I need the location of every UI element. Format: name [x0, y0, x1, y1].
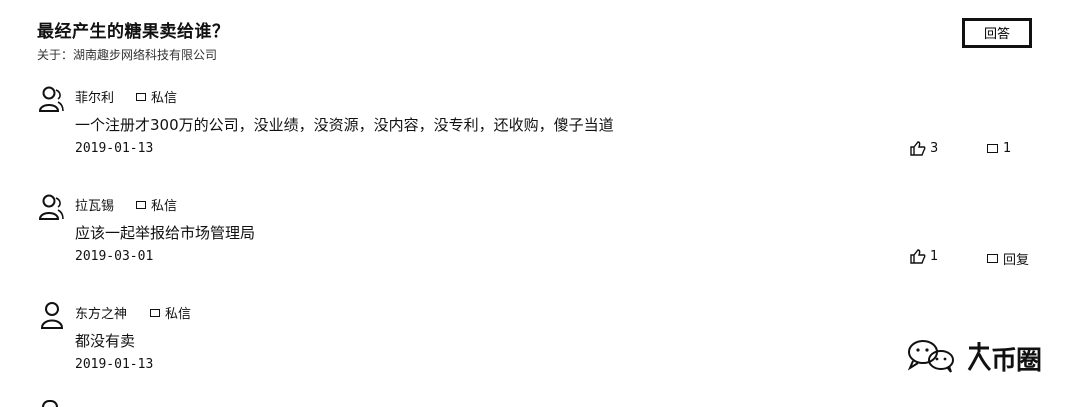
user-avatar-icon[interactable]: [38, 193, 64, 221]
private-message-label: 私信: [151, 91, 178, 106]
private-message-label: 私信: [165, 307, 192, 322]
comment-icon: [987, 254, 998, 263]
mail-icon: [150, 308, 160, 317]
reply-button[interactable]: 回复: [987, 249, 1029, 268]
question-about[interactable]: 关于：湖南趣步网络科技有限公司: [37, 46, 217, 63]
comment-text: 都没有卖: [75, 332, 136, 350]
like-button[interactable]: 3: [910, 141, 938, 156]
thumbs-up-icon: [910, 141, 926, 156]
wechat-icon: [907, 340, 954, 373]
question-title: 最经产生的糖果卖给谁？: [37, 22, 230, 42]
thumbs-up-icon: [910, 249, 926, 264]
comment-item: 拉瓦锡 私信 应该一起举报给市场管理局 2019-03-01 1 回复: [0, 193, 1080, 293]
comment-date: 2019-01-13: [75, 357, 154, 372]
like-count: 1: [930, 249, 939, 264]
mail-icon: [136, 92, 146, 101]
comment-text: 应该一起举报给市场管理局: [75, 224, 256, 242]
user-avatar-icon: [42, 400, 58, 407]
mail-icon: [136, 200, 146, 209]
watermark-prefix-glyph: [967, 342, 991, 372]
watermark: 币圈: [905, 336, 1055, 376]
comment-text: 一个注册才300万的公司，没业绩，没资源，没内容，没专利，还收购，傻子当道: [75, 116, 614, 134]
user-avatar-icon[interactable]: [40, 301, 66, 329]
private-message-label: 私信: [151, 199, 178, 214]
comment-username[interactable]: 菲尔利: [75, 87, 114, 106]
private-message-link[interactable]: 私信: [136, 87, 177, 106]
reply-label: 1: [1003, 141, 1012, 156]
private-message-link[interactable]: 私信: [136, 195, 177, 214]
comment-date: 2019-01-13: [75, 141, 154, 156]
like-count: 3: [930, 141, 939, 156]
like-button[interactable]: 1: [910, 249, 938, 264]
answer-button[interactable]: 回答: [962, 18, 1032, 48]
comment-date: 2019-03-01: [75, 249, 154, 264]
comment-username[interactable]: 东方之神: [75, 303, 127, 322]
reply-label: 回复: [1003, 253, 1030, 268]
comment-item: 菲尔利 私信 一个注册才300万的公司，没业绩，没资源，没内容，没专利，还收购，…: [0, 85, 1080, 185]
comment-username[interactable]: 拉瓦锡: [75, 195, 114, 214]
user-avatar-icon[interactable]: [38, 85, 64, 113]
comment-icon: [987, 144, 998, 153]
watermark-text: 币圈: [991, 346, 1042, 376]
reply-button[interactable]: 1: [987, 141, 1011, 156]
private-message-link[interactable]: 私信: [150, 303, 191, 322]
